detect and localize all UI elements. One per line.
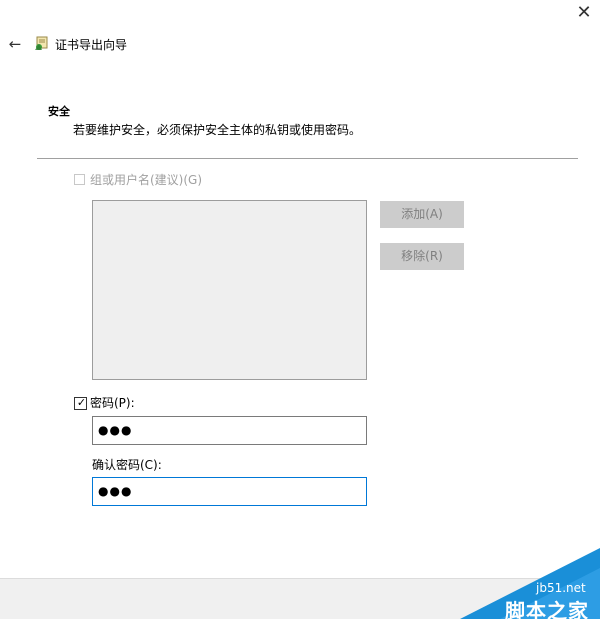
- close-button[interactable]: ✕: [570, 2, 598, 26]
- remove-button[interactable]: 移除(R): [380, 243, 464, 270]
- password-field[interactable]: ●●●: [92, 416, 367, 445]
- confirm-password-field[interactable]: ●●●: [92, 477, 367, 506]
- confirm-password-label: 确认密码(C):: [92, 458, 162, 472]
- group-checkbox[interactable]: [74, 174, 85, 185]
- group-checkbox-label: 组或用户名(建议)(G): [90, 173, 203, 187]
- certificate-wizard-icon: [34, 35, 50, 51]
- watermark-site: jb51.net: [536, 581, 586, 595]
- checkmark-icon: ✓: [76, 396, 87, 409]
- back-button[interactable]: ←: [4, 34, 26, 54]
- close-icon: ✕: [576, 2, 592, 23]
- section-title: 安全: [48, 105, 70, 118]
- password-checkbox-label: 密码(P):: [90, 396, 135, 410]
- divider: [37, 158, 578, 159]
- back-arrow-icon: ←: [8, 35, 22, 53]
- password-checkbox[interactable]: ✓: [74, 396, 87, 410]
- group-user-list[interactable]: [92, 200, 367, 380]
- section-description: 若要维护安全，必须保护安全主体的私钥或使用密码。: [73, 123, 362, 137]
- add-button[interactable]: 添加(A): [380, 201, 464, 228]
- wizard-title: 证书导出向导: [55, 38, 128, 52]
- watermark-brand: 脚本之家: [505, 599, 589, 623]
